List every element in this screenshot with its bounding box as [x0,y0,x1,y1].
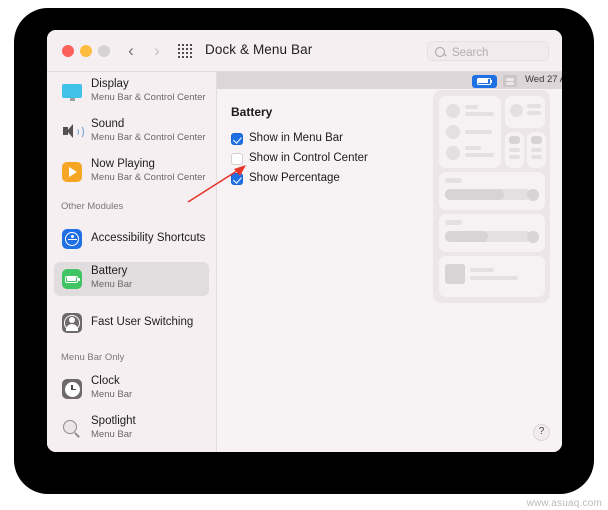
checkbox-label: Show in Menu Bar [249,132,343,144]
back-button[interactable]: ‹ [123,42,139,60]
battery-menubar-icon [472,74,497,88]
sidebar-item-sublabel: Menu Bar [91,429,133,440]
system-preferences-window: ‹ › Dock & Menu Bar Display Menu Bar & C… [47,30,562,452]
preview-card [505,132,524,168]
sidebar-item-label: Sound [91,118,125,130]
menu-bar-datetime: Wed 27 Apr 18:27 [525,74,562,85]
preview-card [439,96,501,168]
sidebar-item-display[interactable]: Display Menu Bar & Control Center [54,75,209,109]
control-center-preview [433,90,550,303]
sidebar-item-sublabel: Menu Bar [91,389,133,400]
sidebar-item-label: Battery [91,265,128,277]
checkbox-label: Show in Control Center [249,152,368,164]
checkbox-show-in-menu-bar[interactable] [231,133,243,145]
close-window-button[interactable] [62,45,74,57]
sidebar-item-label: Fast User Switching [91,316,194,328]
sidebar-item-sublabel: Menu Bar & Control Center [91,132,206,143]
forward-button[interactable]: › [149,42,165,60]
control-center-icon [503,75,517,87]
sidebar-item-spotlight[interactable]: Spotlight Menu Bar [54,412,209,446]
preview-slider-card [439,172,545,210]
checkbox-show-percentage[interactable] [231,173,243,185]
clock-icon [61,378,83,400]
preview-card [505,96,545,128]
sidebar-item-label: Now Playing [91,158,155,170]
accessibility-icon [61,228,83,250]
sidebar-item-clock[interactable]: Clock Menu Bar [54,372,209,406]
spotlight-icon [61,418,83,440]
battery-settings-pane: Wed 27 Apr 18:27 Battery Show in Menu Ba… [217,72,562,452]
sidebar-item-label: Display [91,78,129,90]
sidebar-item-sublabel: Menu Bar & Control Center [91,92,206,103]
checkbox-show-in-control-center[interactable] [231,153,243,165]
preview-card [439,256,545,297]
zoom-window-button[interactable] [98,45,110,57]
sound-icon [61,121,84,143]
search-field[interactable] [427,41,549,61]
sidebar-section-menu-bar-only: Menu Bar Only [61,352,125,363]
preview-card [527,132,546,168]
fast-user-switching-icon [61,312,83,334]
sidebar-section-other-modules: Other Modules [61,201,124,212]
sidebar-item-label: Clock [91,375,120,387]
sidebar-item-sublabel: Menu Bar [91,279,133,290]
sidebar-item-label: Accessibility Shortcuts [91,232,206,244]
menu-bar-preview: Wed 27 Apr 18:27 [217,72,562,89]
sidebar-item-fast-user-switching[interactable]: Fast User Switching [54,306,209,340]
module-sidebar[interactable]: Display Menu Bar & Control Center Sound … [47,72,217,452]
sidebar-item-sublabel: Menu Bar & Control Center [91,172,206,183]
search-input[interactable] [450,44,546,61]
page-title: Dock & Menu Bar [205,42,313,57]
sidebar-item-label: Spotlight [91,415,136,427]
sidebar-item-accessibility-shortcuts[interactable]: Accessibility Shortcuts [54,222,209,256]
window-titlebar: ‹ › Dock & Menu Bar [47,30,562,72]
checkbox-label: Show Percentage [249,172,340,184]
sidebar-item-now-playing[interactable]: Now Playing Menu Bar & Control Center [54,155,209,189]
display-icon [61,81,83,103]
now-playing-icon [61,161,83,183]
sidebar-item-battery[interactable]: Battery Menu Bar [54,262,209,296]
search-icon [435,46,445,57]
minimize-window-button[interactable] [80,45,92,57]
sidebar-item-sound[interactable]: Sound Menu Bar & Control Center [54,115,209,149]
watermark-text: www.asuaq.com [526,498,602,509]
help-button[interactable]: ? [533,424,550,441]
battery-icon [61,268,83,290]
preview-slider-card [439,214,545,252]
show-all-grid-icon[interactable] [178,44,193,59]
section-title: Battery [231,105,273,119]
